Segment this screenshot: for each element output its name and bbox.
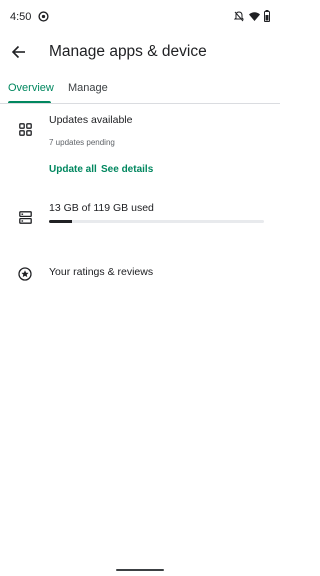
storage-progress-bar xyxy=(49,220,264,223)
tab-manage[interactable]: Manage xyxy=(68,82,108,94)
battery-icon xyxy=(264,10,270,22)
apps-grid-icon xyxy=(18,122,32,136)
ratings-row-icon xyxy=(16,265,34,283)
see-details-button[interactable]: See details xyxy=(101,164,153,175)
updates-subtitle: 7 updates pending xyxy=(49,138,115,147)
tabs-divider xyxy=(0,103,280,104)
status-bar: 4:50 xyxy=(0,0,280,34)
star-circle-icon xyxy=(18,267,32,281)
gesture-nav-handle[interactable] xyxy=(116,569,164,571)
storage-icon xyxy=(18,210,32,224)
ratings-reviews-link[interactable]: Your ratings & reviews xyxy=(49,266,153,278)
storage-usage-text[interactable]: 13 GB of 119 GB used xyxy=(49,202,154,214)
storage-progress-fill xyxy=(49,220,73,223)
updates-row-icon xyxy=(16,120,34,138)
notifications-off-icon xyxy=(234,11,244,22)
page-title: Manage apps & device xyxy=(49,43,207,60)
status-time: 4:50 xyxy=(10,11,32,23)
play-protect-icon xyxy=(38,11,49,22)
back-arrow-icon[interactable] xyxy=(11,44,27,60)
updates-title[interactable]: Updates available xyxy=(49,114,132,126)
update-all-button[interactable]: Update all xyxy=(49,164,97,175)
wifi-icon xyxy=(249,12,260,21)
storage-row-icon xyxy=(16,208,34,226)
tab-overview[interactable]: Overview xyxy=(8,82,54,94)
